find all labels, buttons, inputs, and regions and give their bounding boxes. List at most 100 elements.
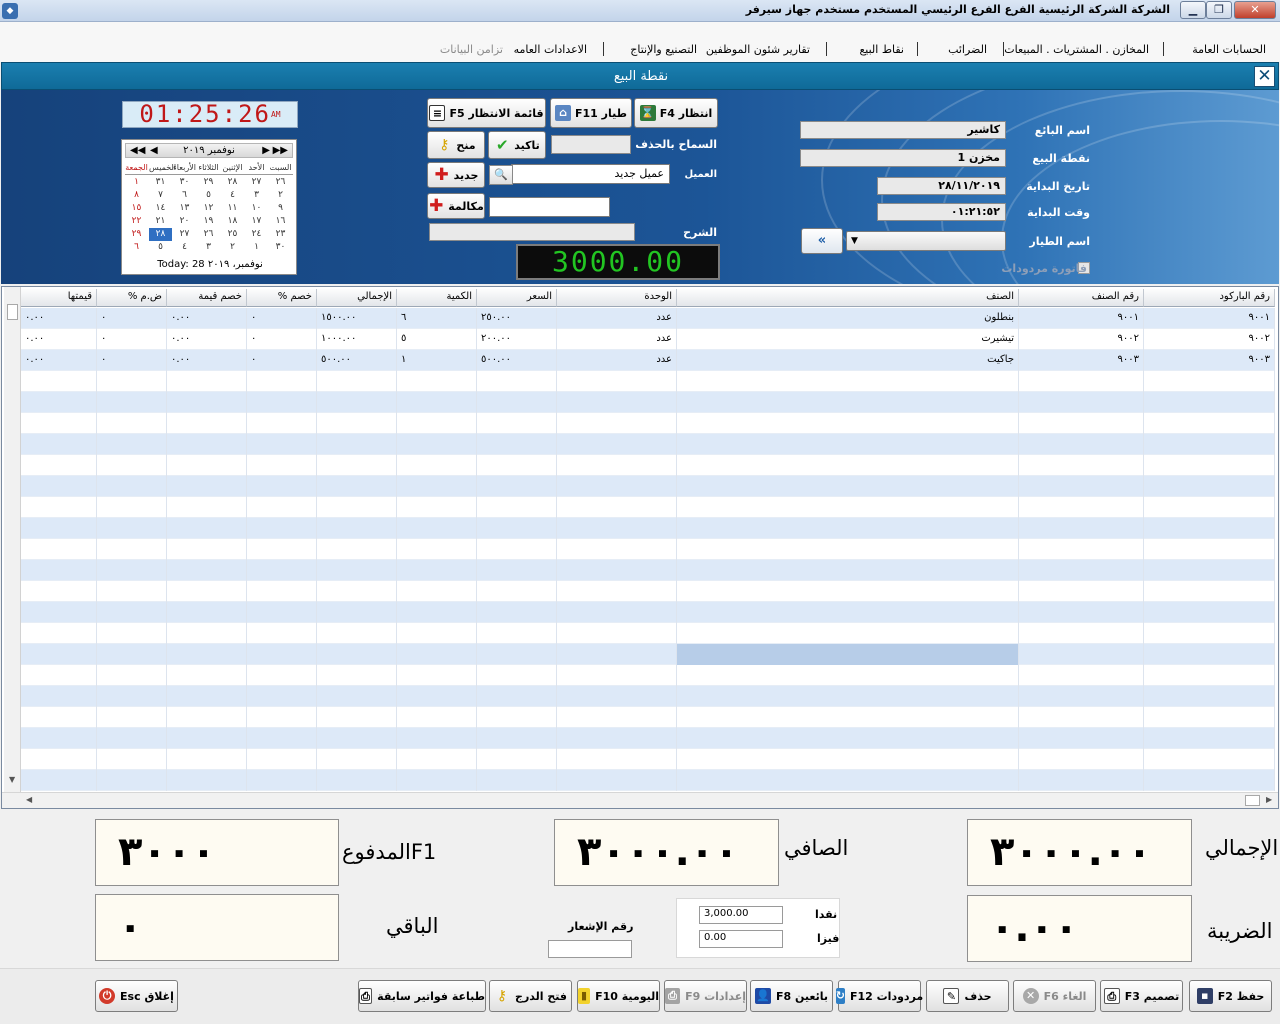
- table-cell[interactable]: [317, 581, 397, 602]
- column-header[interactable]: الكمية: [397, 289, 477, 307]
- table-cell[interactable]: [21, 476, 97, 497]
- table-cell[interactable]: [397, 581, 477, 602]
- table-cell[interactable]: ١: [397, 350, 477, 371]
- menu-manufacturing[interactable]: التصنيع والإنتاج: [630, 43, 697, 56]
- calendar-day[interactable]: ٦: [173, 189, 196, 202]
- table-cell[interactable]: [1144, 707, 1275, 728]
- cancel-button[interactable]: الغاء F6 ✕: [1013, 980, 1096, 1012]
- table-cell[interactable]: جاكيت: [677, 350, 1019, 371]
- table-cell[interactable]: [1019, 413, 1144, 434]
- table-cell[interactable]: [477, 518, 557, 539]
- scroll-right-icon[interactable]: ▶: [1266, 795, 1272, 804]
- table-cell[interactable]: [677, 455, 1019, 476]
- table-row[interactable]: [21, 770, 1275, 791]
- table-cell[interactable]: [21, 560, 97, 581]
- table-cell[interactable]: [21, 581, 97, 602]
- table-row[interactable]: [21, 560, 1275, 581]
- menu-data-sync[interactable]: تزامن البيانات: [440, 43, 503, 56]
- calendar-day[interactable]: ٦: [125, 241, 148, 254]
- table-cell[interactable]: [677, 665, 1019, 686]
- minimize-button[interactable]: ▁: [1180, 1, 1206, 19]
- table-cell[interactable]: [677, 413, 1019, 434]
- calendar-day[interactable]: ١٨: [221, 215, 244, 228]
- table-cell[interactable]: [21, 539, 97, 560]
- table-cell[interactable]: [397, 623, 477, 644]
- table-cell[interactable]: ٠: [247, 350, 317, 371]
- table-cell[interactable]: [557, 560, 677, 581]
- table-cell[interactable]: [477, 686, 557, 707]
- table-cell[interactable]: [97, 686, 167, 707]
- calendar-day[interactable]: ١٦: [269, 215, 292, 228]
- calendar-day[interactable]: ١٠: [245, 202, 268, 215]
- menu-general-settings[interactable]: الاعدادات العامه: [514, 43, 587, 56]
- table-cell[interactable]: [397, 476, 477, 497]
- table-cell[interactable]: [477, 581, 557, 602]
- table-cell[interactable]: [1019, 644, 1144, 665]
- table-cell[interactable]: [677, 392, 1019, 413]
- new-customer-button[interactable]: جديد ✚: [427, 162, 485, 188]
- table-cell[interactable]: [397, 371, 477, 392]
- table-cell[interactable]: [397, 518, 477, 539]
- table-cell[interactable]: [1144, 749, 1275, 770]
- table-cell[interactable]: [557, 392, 677, 413]
- table-cell[interactable]: [167, 476, 247, 497]
- table-row[interactable]: [21, 686, 1275, 707]
- table-cell[interactable]: [317, 602, 397, 623]
- table-cell[interactable]: [247, 623, 317, 644]
- table-cell[interactable]: [677, 434, 1019, 455]
- column-header[interactable]: الوحدة: [557, 289, 677, 307]
- table-cell[interactable]: [1019, 539, 1144, 560]
- table-cell[interactable]: ٠: [247, 308, 317, 329]
- scroll-left-icon[interactable]: ◀: [26, 795, 32, 804]
- table-cell[interactable]: [97, 665, 167, 686]
- wait-list-button[interactable]: قائمة الانتظار F5 ≡: [427, 98, 546, 128]
- table-cell[interactable]: [97, 602, 167, 623]
- table-cell[interactable]: [247, 644, 317, 665]
- table-cell[interactable]: [247, 413, 317, 434]
- table-cell[interactable]: [247, 581, 317, 602]
- delete-button[interactable]: حذف ✎: [926, 980, 1009, 1012]
- dialog-close-button[interactable]: ✕: [1254, 66, 1275, 87]
- table-cell[interactable]: [557, 581, 677, 602]
- close-button[interactable]: إغلاق Esc ⏻: [95, 980, 178, 1012]
- table-cell[interactable]: [1144, 560, 1275, 581]
- vertical-scrollbar[interactable]: ▼: [4, 287, 21, 792]
- app-icon[interactable]: ◆: [2, 3, 18, 19]
- table-cell[interactable]: [557, 539, 677, 560]
- table-cell[interactable]: ٩٠٠٣: [1019, 350, 1144, 371]
- table-cell[interactable]: [1019, 455, 1144, 476]
- table-cell[interactable]: ١٠٠٠.٠٠: [317, 329, 397, 350]
- table-cell[interactable]: [21, 728, 97, 749]
- table-cell[interactable]: ٥: [397, 329, 477, 350]
- table-cell[interactable]: [477, 707, 557, 728]
- table-cell[interactable]: ٦: [397, 308, 477, 329]
- table-cell[interactable]: [677, 476, 1019, 497]
- table-cell[interactable]: [677, 770, 1019, 791]
- calendar-day[interactable]: ٣: [245, 189, 268, 202]
- table-cell[interactable]: [317, 518, 397, 539]
- calendar-day[interactable]: ١١: [221, 202, 244, 215]
- table-cell[interactable]: [477, 749, 557, 770]
- table-cell[interactable]: [557, 434, 677, 455]
- allow-delete-field[interactable]: [551, 135, 631, 154]
- table-cell[interactable]: [97, 560, 167, 581]
- call-button[interactable]: مكالمة ✚: [427, 193, 485, 219]
- table-cell[interactable]: [167, 644, 247, 665]
- table-cell[interactable]: ٠: [247, 329, 317, 350]
- table-row[interactable]: [21, 392, 1275, 413]
- calendar-prev-month-icon[interactable]: ◀: [150, 144, 158, 157]
- table-cell[interactable]: [167, 581, 247, 602]
- column-header[interactable]: رقم الصنف: [1019, 289, 1144, 307]
- table-cell[interactable]: [477, 665, 557, 686]
- table-cell[interactable]: [397, 602, 477, 623]
- table-cell[interactable]: [397, 686, 477, 707]
- table-row[interactable]: [21, 665, 1275, 686]
- table-cell[interactable]: عدد: [557, 329, 677, 350]
- table-cell[interactable]: [557, 413, 677, 434]
- table-cell[interactable]: ٠: [97, 329, 167, 350]
- calendar-day[interactable]: ١: [125, 176, 148, 189]
- column-header[interactable]: قيمتها: [21, 289, 97, 307]
- calendar-day[interactable]: ١٧: [245, 215, 268, 228]
- column-header[interactable]: الإجمالي: [317, 289, 397, 307]
- table-cell[interactable]: [247, 665, 317, 686]
